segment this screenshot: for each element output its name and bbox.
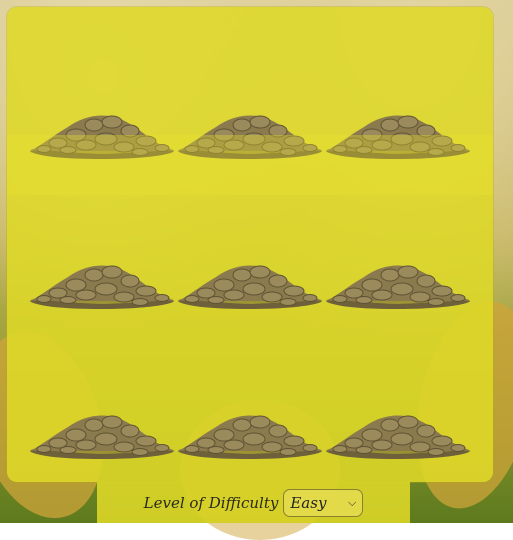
mole-hole-9[interactable] — [324, 409, 472, 459]
game-board — [7, 7, 493, 482]
difficulty-bar: Level of Difficulty Easy ⌵ — [97, 482, 410, 523]
chevron-down-icon: ⌵ — [348, 495, 357, 509]
difficulty-label: Level of Difficulty — [143, 493, 279, 512]
mole-hole-2[interactable] — [176, 109, 324, 159]
dirt-mound-icon — [30, 265, 174, 309]
dirt-mound-icon — [326, 265, 470, 309]
difficulty-selected-value: Easy — [290, 493, 327, 512]
mole-hole-5[interactable] — [176, 259, 324, 309]
mole-hole-3[interactable] — [324, 109, 472, 159]
dirt-mound-icon — [178, 415, 322, 459]
mole-hole-1[interactable] — [28, 109, 176, 159]
mole-hole-6[interactable] — [324, 259, 472, 309]
mole-hole-8[interactable] — [176, 409, 324, 459]
mole-hole-7[interactable] — [28, 409, 176, 459]
dirt-mound-icon — [326, 415, 470, 459]
difficulty-select[interactable]: Easy ⌵ — [283, 488, 364, 517]
dirt-mound-icon — [326, 115, 470, 159]
dirt-mound-icon — [30, 115, 174, 159]
dirt-mound-icon — [178, 115, 322, 159]
dirt-mound-icon — [30, 415, 174, 459]
dirt-mound-icon — [178, 265, 322, 309]
mole-hole-4[interactable] — [28, 259, 176, 309]
